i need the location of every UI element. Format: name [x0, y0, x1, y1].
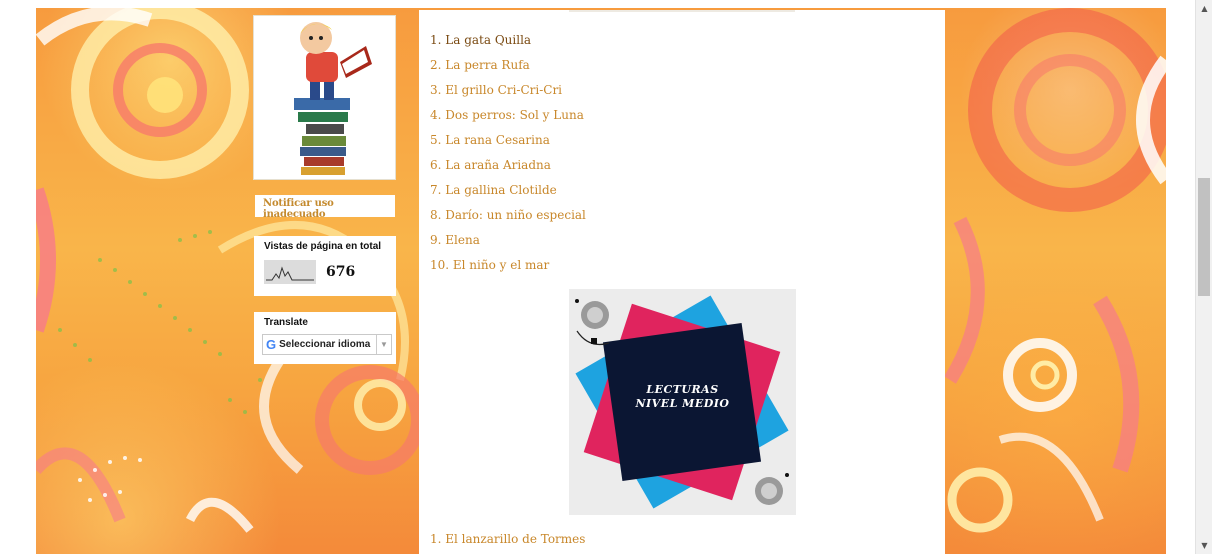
google-g-icon: G	[266, 337, 277, 352]
right-page-edge	[1166, 0, 1195, 554]
boy-reading-illustration	[294, 22, 372, 175]
next-story-list: 1. El lanzarillo de Tormes	[430, 532, 585, 546]
pageviews-count: 676	[326, 264, 356, 280]
story-link-1[interactable]: 1. La gata Quilla	[430, 33, 531, 47]
language-select-label: Seleccionar idioma	[279, 339, 371, 350]
vertical-scrollbar[interactable]: ▲ ▼	[1195, 0, 1212, 554]
scrollbar-thumb[interactable]	[1198, 178, 1210, 296]
story-list: 1. La gata Quilla 2. La perra Rufa 3. El…	[430, 31, 586, 281]
story-link-3[interactable]: 3. El grillo Cri-Cri-Cri	[430, 83, 562, 97]
list-item: 3. El grillo Cri-Cri-Cri	[430, 81, 586, 106]
story-link-10[interactable]: 10. El niño y el mar	[430, 258, 549, 272]
translate-title: Translate	[264, 317, 308, 328]
content-divider	[569, 10, 795, 12]
lecturas-nivel-medio-cover[interactable]: LECTURAS NIVEL MEDIO	[569, 289, 796, 515]
cover-title: LECTURAS NIVEL MEDIO	[569, 383, 796, 411]
pageviews-row: 676	[262, 260, 388, 284]
scroll-down-arrow-icon[interactable]: ▼	[1196, 537, 1212, 554]
cover-title-line1: LECTURAS	[646, 383, 719, 396]
story-link-8[interactable]: 8. Darío: un niño especial	[430, 208, 586, 222]
list-item: 4. Dos perros: Sol y Luna	[430, 106, 586, 131]
profile-avatar[interactable]	[253, 15, 396, 180]
story-link-5[interactable]: 5. La rana Cesarina	[430, 133, 550, 147]
story-link-9[interactable]: 9. Elena	[430, 233, 480, 247]
main-content: 1. La gata Quilla 2. La perra Rufa 3. El…	[419, 10, 945, 554]
story-link-2[interactable]: 2. La perra Rufa	[430, 58, 530, 72]
language-select[interactable]: G Seleccionar idioma ▼	[262, 334, 392, 355]
story-link-7[interactable]: 7. La gallina Clotilde	[430, 183, 557, 197]
list-item: 5. La rana Cesarina	[430, 131, 586, 156]
chevron-down-icon[interactable]: ▼	[376, 335, 391, 354]
translate-widget: Translate G Seleccionar idioma ▼	[254, 312, 396, 364]
report-abuse-widget: Notificar uso inadecuado	[255, 195, 395, 220]
list-item: 1. La gata Quilla	[430, 31, 586, 56]
list-item: 6. La araña Ariadna	[430, 156, 586, 181]
list-item: 9. Elena	[430, 231, 586, 256]
story-link-next[interactable]: 1. El lanzarillo de Tormes	[430, 532, 585, 546]
scroll-up-arrow-icon[interactable]: ▲	[1196, 0, 1212, 17]
cover-title-line2: NIVEL MEDIO	[635, 397, 730, 410]
report-abuse-link[interactable]: Notificar uso inadecuado	[255, 195, 395, 220]
story-link-4[interactable]: 4. Dos perros: Sol y Luna	[430, 108, 584, 122]
pageviews-widget: Vistas de página en total 676	[254, 236, 396, 296]
page-top-border	[0, 0, 1195, 8]
story-link-6[interactable]: 6. La araña Ariadna	[430, 158, 551, 172]
list-item: 8. Darío: un niño especial	[430, 206, 586, 231]
left-page-edge	[0, 0, 36, 554]
list-item: 7. La gallina Clotilde	[430, 181, 586, 206]
pageviews-sparkline	[264, 260, 316, 284]
list-item: 10. El niño y el mar	[430, 256, 586, 281]
pageviews-title: Vistas de página en total	[264, 241, 382, 252]
list-item: 2. La perra Rufa	[430, 56, 586, 81]
